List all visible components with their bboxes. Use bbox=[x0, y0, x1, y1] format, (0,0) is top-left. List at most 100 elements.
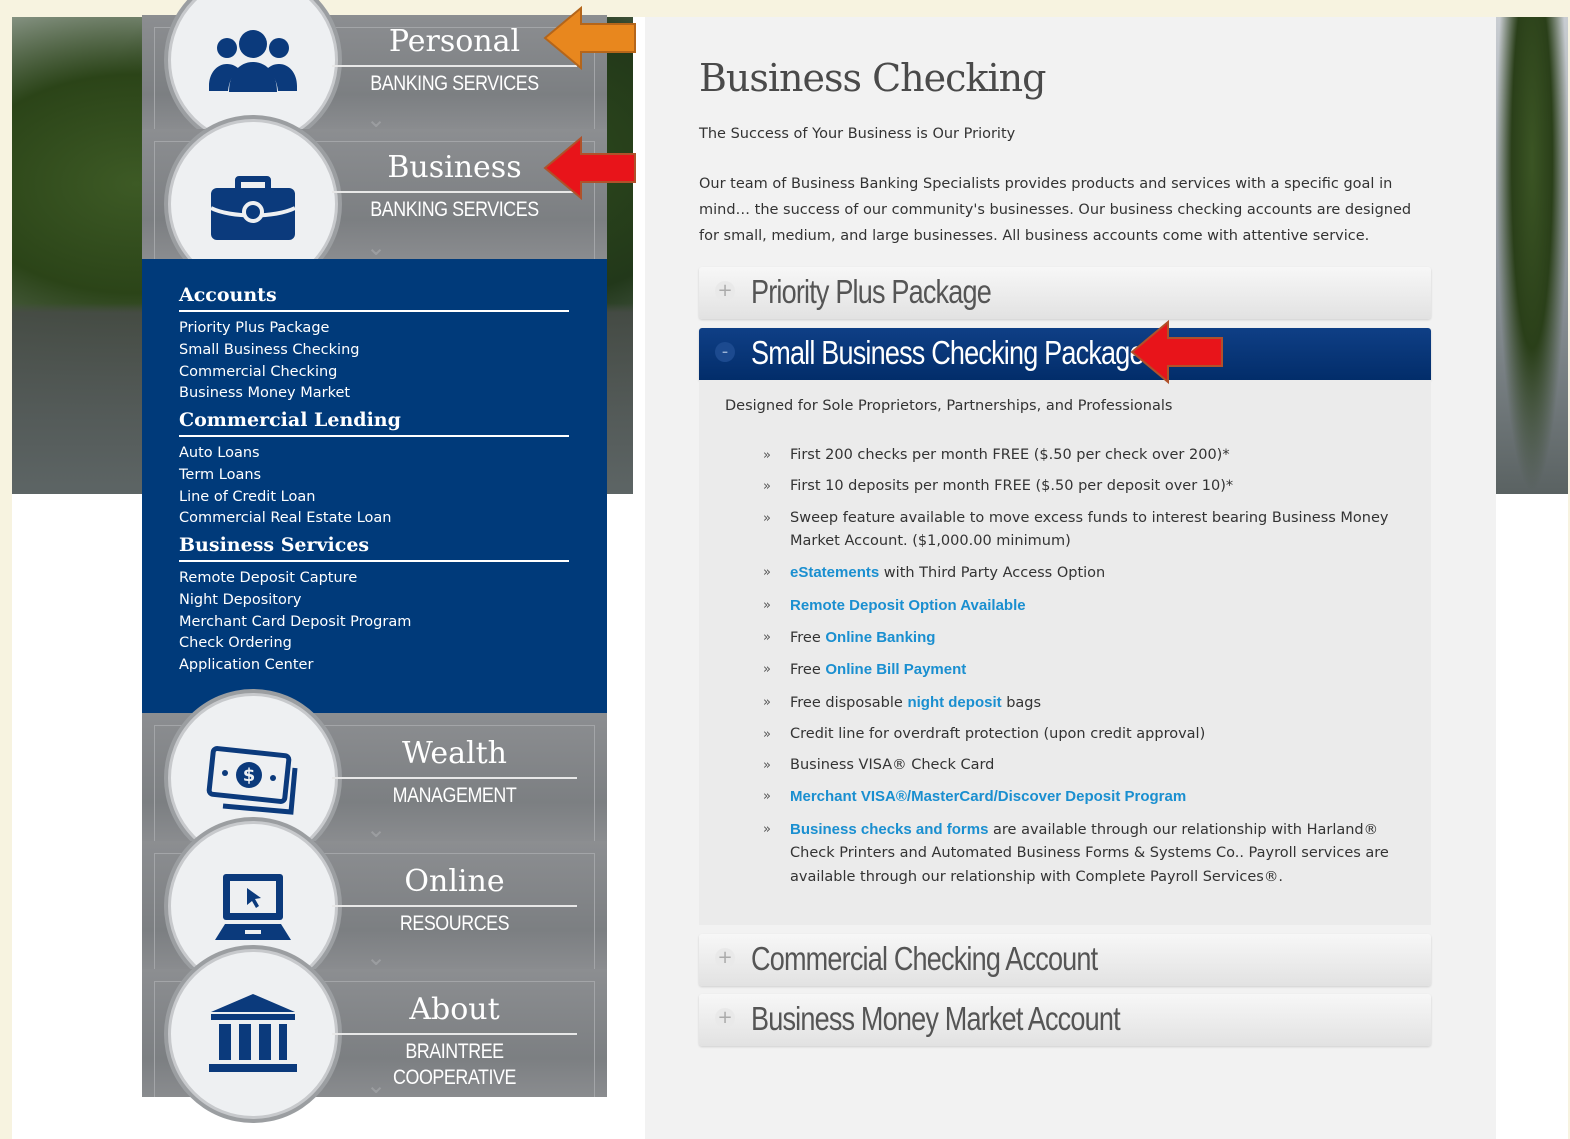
bank-icon bbox=[168, 949, 338, 1119]
accordion-small-business[interactable]: - Small Business Checking Package bbox=[699, 328, 1431, 380]
menu-item[interactable]: Line of Credit Loan bbox=[179, 487, 569, 509]
minus-icon: - bbox=[715, 342, 735, 362]
nav-personal[interactable]: Personal BANKING SERVICES ⌄ bbox=[142, 0, 607, 145]
bullet-icon: » bbox=[763, 789, 771, 805]
chevron-down-icon: ⌄ bbox=[365, 943, 387, 971]
nav-about[interactable]: About BRAINTREE COOPERATIVE ⌄ bbox=[142, 949, 607, 1119]
bullet-icon: » bbox=[763, 629, 771, 645]
menu-item[interactable]: Night Depository bbox=[179, 590, 569, 612]
feature-item: » Free Online Banking bbox=[763, 626, 1393, 651]
bullet-icon: » bbox=[763, 726, 771, 742]
menu-item[interactable]: Small Business Checking bbox=[179, 340, 569, 362]
intro-paragraph: Our team of Business Banking Specialists… bbox=[699, 176, 1412, 244]
menu-section-lending: Commercial Lending Auto Loans Term Loans… bbox=[179, 409, 569, 530]
feature-item: » Business VISA® Check Card bbox=[763, 754, 1393, 778]
divider bbox=[332, 777, 577, 779]
bullet-icon: » bbox=[763, 479, 771, 495]
feature-text: Free disposable bbox=[790, 694, 908, 711]
menu-heading: Commercial Lending bbox=[179, 409, 569, 437]
accordion-label: Small Business Checking Package bbox=[751, 334, 1145, 371]
chevron-down-icon: ⌄ bbox=[365, 815, 387, 843]
feature-link[interactable]: Business checks and forms bbox=[790, 821, 988, 838]
divider bbox=[332, 905, 577, 907]
page-tagline: The Success of Your Business is Our Prio… bbox=[699, 126, 1016, 142]
nav-online[interactable]: Online RESOURCES ⌄ bbox=[142, 821, 607, 991]
nav-title: Wealth bbox=[402, 736, 507, 771]
menu-item[interactable]: Term Loans bbox=[179, 465, 569, 487]
nav-subtitle: RESOURCES bbox=[399, 912, 510, 935]
feature-item: » Free disposable night deposit bags bbox=[763, 691, 1393, 716]
plus-icon: + bbox=[715, 281, 735, 301]
divider bbox=[332, 65, 577, 67]
feature-link[interactable]: Online Banking bbox=[825, 629, 935, 646]
chevron-down-icon: ⌄ bbox=[365, 233, 387, 261]
bullet-icon: » bbox=[763, 565, 771, 581]
lake-background-right bbox=[1496, 17, 1568, 494]
feature-link[interactable]: Remote Deposit Option Available bbox=[790, 597, 1026, 614]
plus-icon: + bbox=[715, 948, 735, 968]
feature-text: Sweep feature available to move excess f… bbox=[790, 509, 1389, 550]
menu-item[interactable]: Business Money Market bbox=[179, 383, 569, 405]
feature-item: » Remote Deposit Option Available bbox=[763, 594, 1393, 619]
accordion-label: Commercial Checking Account bbox=[751, 940, 1098, 977]
nav-business-title: Business BANKING SERVICES bbox=[332, 151, 577, 223]
bullet-icon: » bbox=[763, 597, 771, 613]
accordion-panel-small-business: Designed for Sole Proprietors, Partnersh… bbox=[699, 380, 1431, 925]
nav-title: About bbox=[409, 992, 500, 1027]
bullet-icon: » bbox=[763, 662, 771, 678]
feature-link[interactable]: Merchant VISA®/MasterCard/Discover Depos… bbox=[790, 788, 1186, 805]
nav-title: Online bbox=[404, 864, 505, 899]
sidebar-nav: Personal BANKING SERVICES ⌄ Business BAN… bbox=[142, 0, 607, 1119]
page-title: Business Checking bbox=[699, 56, 1046, 100]
bullet-icon: » bbox=[763, 821, 771, 837]
chevron-down-icon: ⌄ bbox=[365, 105, 387, 133]
menu-heading: Accounts bbox=[179, 284, 569, 312]
feature-link[interactable]: Online Bill Payment bbox=[825, 661, 966, 678]
menu-item[interactable]: Commercial Checking bbox=[179, 362, 569, 384]
nav-title: Personal bbox=[388, 24, 521, 59]
menu-item[interactable]: Check Ordering bbox=[179, 633, 569, 655]
bullet-icon: » bbox=[763, 448, 771, 463]
nav-subtitle: BANKING SERVICES bbox=[370, 198, 539, 221]
feature-text: bags bbox=[1001, 694, 1042, 711]
feature-link[interactable]: night deposit bbox=[907, 694, 1001, 711]
feature-item: » First 10 deposits per month FREE ($.50 … bbox=[763, 475, 1393, 499]
menu-item[interactable]: Priority Plus Package bbox=[179, 318, 569, 340]
annotation-arrow-red bbox=[543, 135, 636, 201]
feature-text: First 200 checks per month FREE ($.50 pe… bbox=[790, 447, 1230, 463]
feature-item: » Sweep feature available to move excess … bbox=[763, 507, 1393, 554]
business-submenu: Accounts Priority Plus Package Small Bus… bbox=[142, 259, 607, 713]
menu-section-services: Business Services Remote Deposit Capture… bbox=[179, 534, 569, 677]
accordion-commercial-checking[interactable]: + Commercial Checking Account bbox=[699, 934, 1431, 986]
nav-business[interactable]: Business BANKING SERVICES ⌄ bbox=[142, 119, 607, 289]
menu-item[interactable]: Commercial Real Estate Loan bbox=[179, 508, 569, 530]
accordion-priority-plus[interactable]: + Priority Plus Package bbox=[699, 267, 1431, 319]
menu-item[interactable]: Remote Deposit Capture bbox=[179, 568, 569, 590]
feature-text: Free bbox=[790, 662, 826, 679]
feature-text: Credit line for overdraft protection (up… bbox=[790, 725, 1206, 742]
feature-link[interactable]: eStatements bbox=[790, 564, 879, 581]
bullet-icon: » bbox=[763, 758, 771, 774]
menu-item[interactable]: Merchant Card Deposit Program bbox=[179, 612, 569, 634]
nav-title: Business bbox=[387, 150, 522, 185]
menu-item[interactable]: Application Center bbox=[179, 655, 569, 677]
feature-item: » Merchant VISA®/MasterCard/Discover Depo… bbox=[763, 785, 1393, 810]
nav-subtitle: MANAGEMENT bbox=[392, 784, 517, 807]
nav-personal-title: Personal BANKING SERVICES bbox=[332, 25, 577, 97]
nav-wealth[interactable]: $ Wealth MANAGEMENT ⌄ bbox=[142, 693, 607, 863]
annotation-arrow-orange bbox=[543, 5, 636, 71]
divider bbox=[332, 1033, 577, 1035]
feature-item: » Credit line for overdraft protection (u… bbox=[763, 723, 1393, 747]
menu-section-accounts: Accounts Priority Plus Package Small Bus… bbox=[179, 284, 569, 405]
plus-icon: + bbox=[715, 1008, 735, 1028]
feature-text: with Third Party Access Option bbox=[879, 565, 1106, 582]
accordion-money-market[interactable]: + Business Money Market Account bbox=[699, 994, 1431, 1046]
feature-item: » eStatements with Third Party Access Opt… bbox=[763, 561, 1393, 586]
menu-item[interactable]: Auto Loans bbox=[179, 443, 569, 465]
accordion-label: Priority Plus Package bbox=[751, 273, 992, 310]
divider bbox=[332, 191, 577, 193]
svg-text:$: $ bbox=[243, 765, 256, 786]
chevron-down-icon: ⌄ bbox=[365, 1071, 387, 1099]
panel-description: Designed for Sole Proprietors, Partnersh… bbox=[725, 398, 1173, 414]
feature-text: Business VISA® Check Card bbox=[790, 757, 995, 774]
